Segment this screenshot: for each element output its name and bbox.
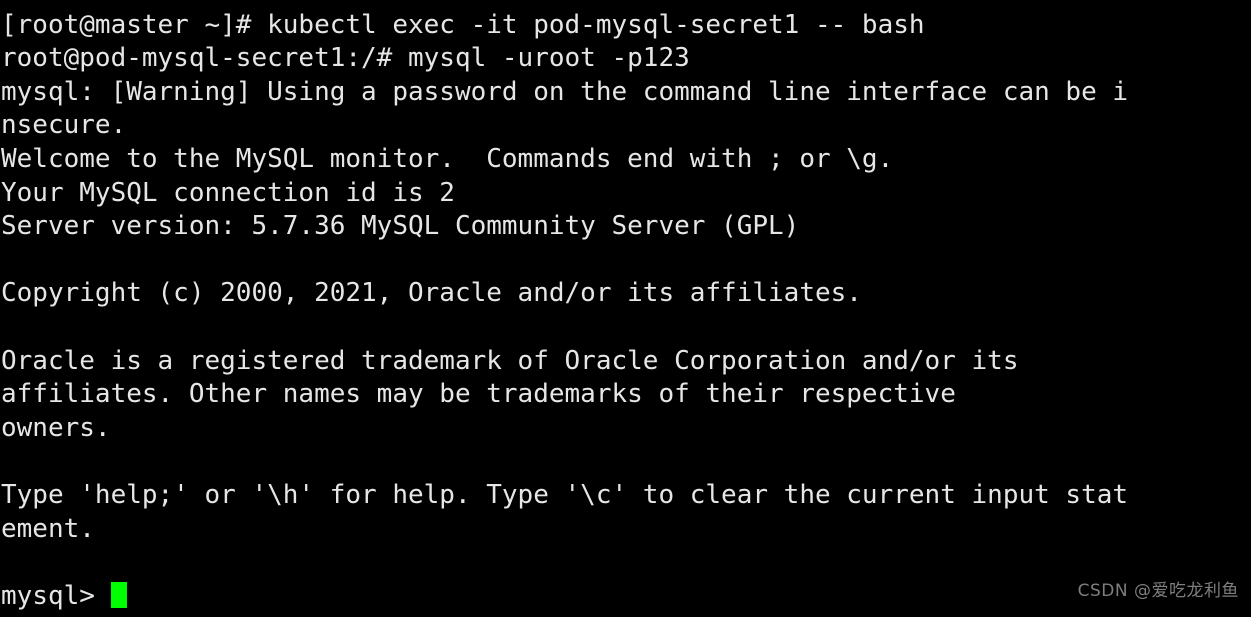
csdn-watermark: CSDN @爱吃龙利鱼 xyxy=(1077,581,1239,602)
line-welcome: Welcome to the MySQL monitor. Commands e… xyxy=(1,143,894,174)
line-warning-2: nsecure. xyxy=(1,110,127,141)
line-blank-2 xyxy=(0,311,1251,345)
line-warning-1: mysql: [Warning] Using a password on the… xyxy=(1,76,1129,107)
line-help-1: Type 'help;' or '\h' for help. Type '\c'… xyxy=(1,479,1129,510)
line-trademark-3: owners. xyxy=(1,412,111,443)
terminal-window[interactable]: [root@master ~]# kubectl exec -it pod-my… xyxy=(0,0,1251,617)
text-cursor[interactable] xyxy=(110,581,127,608)
line-blank-4 xyxy=(0,546,1251,580)
terminal-output: [root@master ~]# kubectl exec -it pod-my… xyxy=(0,0,1251,613)
line-trademark-1: Oracle is a registered trademark of Orac… xyxy=(1,345,1019,376)
line-blank-3 xyxy=(0,445,1251,479)
line-clipped-top xyxy=(0,0,1251,9)
mysql-prompt-row[interactable]: mysql> xyxy=(0,580,1251,614)
line-blank-1 xyxy=(0,244,1251,278)
line-kubectl-exec: [root@master ~]# kubectl exec -it pod-my… xyxy=(1,9,925,40)
line-server-version: Server version: 5.7.36 MySQL Community S… xyxy=(1,211,800,242)
line-copyright: Copyright (c) 2000, 2021, Oracle and/or … xyxy=(1,278,862,309)
mysql-prompt-label: mysql> xyxy=(1,580,111,611)
line-mysql-login: root@pod-mysql-secret1:/# mysql -uroot -… xyxy=(1,43,690,74)
line-trademark-2: affiliates. Other names may be trademark… xyxy=(1,379,956,410)
line-connection-id: Your MySQL connection id is 2 xyxy=(1,177,455,208)
line-help-2: ement. xyxy=(1,513,95,544)
